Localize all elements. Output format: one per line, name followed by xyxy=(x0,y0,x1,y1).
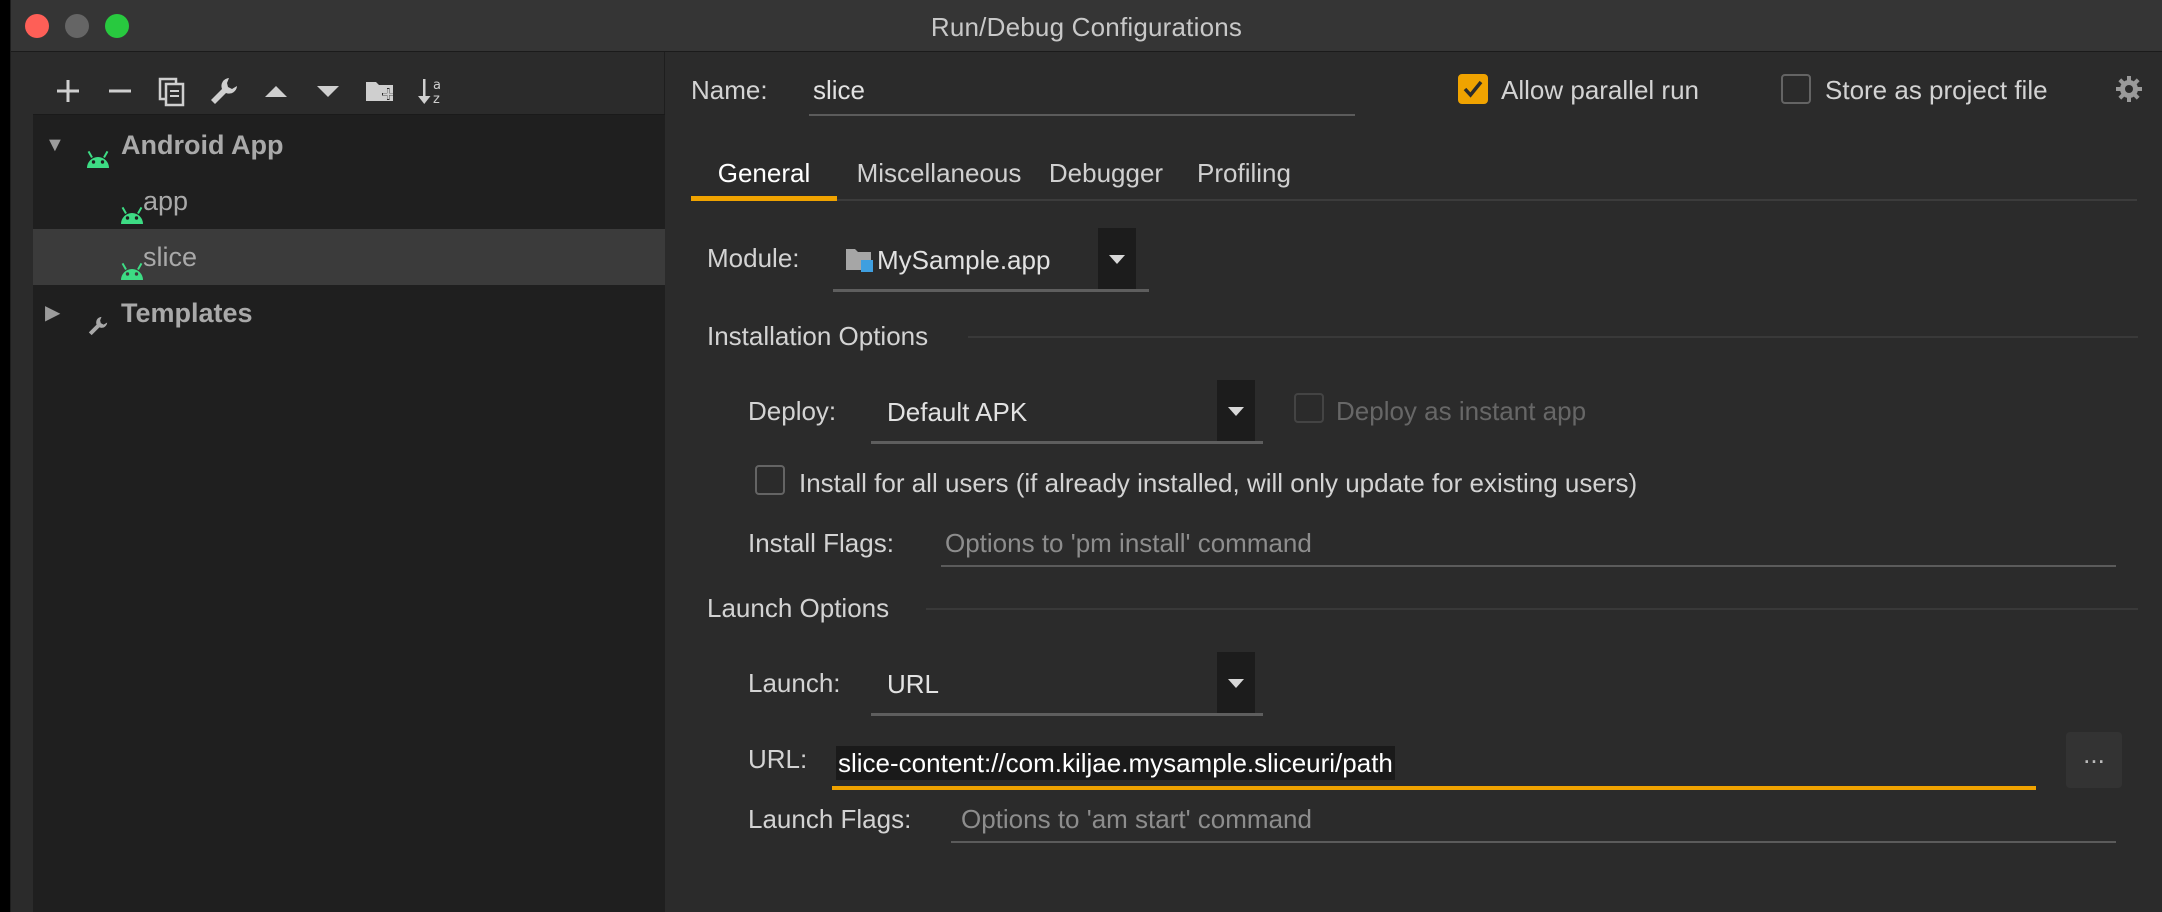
tree-item-label: app xyxy=(143,186,189,216)
gear-icon[interactable] xyxy=(2114,74,2144,109)
tab-profiling[interactable]: Profiling xyxy=(1183,145,1305,201)
chevron-down-icon[interactable] xyxy=(1098,228,1136,290)
configurations-panel: az ▼ Android App app slice ▶ Templates xyxy=(33,52,665,912)
url-input[interactable]: slice-content://com.kiljae.mysample.slic… xyxy=(832,738,2036,790)
launch-select-underline xyxy=(871,713,1263,716)
deploy-instant-app-checkbox[interactable] xyxy=(1294,393,1324,423)
expand-arrow-icon[interactable]: ▼ xyxy=(45,117,65,173)
launch-flags-label: Launch Flags: xyxy=(748,804,912,834)
run-debug-configurations-window: Run/Debug Configurations a z ▼ Android A… xyxy=(10,0,2162,912)
store-as-project-file-label: Store as project file xyxy=(1825,75,2048,105)
module-label: Module: xyxy=(707,243,800,273)
launch-flags-input[interactable]: Options to 'am start' command xyxy=(961,804,1312,835)
launch-flags-underline xyxy=(951,841,2116,843)
new-folder-icon[interactable] xyxy=(363,74,397,108)
move-up-icon[interactable] xyxy=(259,74,293,108)
installation-options-separator xyxy=(968,336,2138,338)
deploy-instant-app-label: Deploy as instant app xyxy=(1336,396,1587,426)
install-all-users-label: Install for all users (if already instal… xyxy=(799,468,1638,498)
browse-url-button[interactable]: ... xyxy=(2066,732,2122,788)
configurations-tree: ▼ Android App app slice ▶ Templates xyxy=(33,114,665,912)
tab-debugger[interactable]: Debugger xyxy=(1041,145,1171,201)
android-icon xyxy=(119,245,145,280)
url-label: URL: xyxy=(748,744,808,774)
deploy-value: Default APK xyxy=(887,397,1028,427)
svg-text:a: a xyxy=(433,78,441,93)
tree-item-app[interactable]: app xyxy=(33,173,665,229)
launch-select[interactable]: URL xyxy=(871,652,1263,716)
svg-text:z: z xyxy=(433,92,440,107)
launch-options-separator xyxy=(926,608,2138,610)
installation-options-heading: Installation Options xyxy=(707,321,929,351)
tree-item-android-app[interactable]: ▼ Android App xyxy=(33,117,665,173)
configuration-details-panel: Name: slice Allow parallel run Store as … xyxy=(666,52,2162,912)
android-icon xyxy=(85,133,111,168)
title-bar: Run/Debug Configurations xyxy=(11,0,2162,52)
collapse-arrow-icon[interactable]: ▶ xyxy=(45,285,65,341)
tree-item-label: Templates xyxy=(121,298,253,328)
configurations-toolbar: az xyxy=(33,62,665,114)
android-icon xyxy=(119,189,145,224)
add-icon[interactable] xyxy=(51,74,85,108)
deploy-select[interactable]: Default APK xyxy=(871,380,1263,444)
module-value: MySample.app xyxy=(877,245,1051,275)
module-folder-icon xyxy=(845,246,875,279)
module-select[interactable]: MySample.app xyxy=(833,228,1149,292)
config-tabs: General Miscellaneous Debugger Profiling xyxy=(691,145,2137,201)
chevron-down-icon[interactable] xyxy=(1217,380,1255,442)
wrench-icon xyxy=(85,301,111,336)
allow-parallel-run-label: Allow parallel run xyxy=(1501,75,1699,105)
window-title: Run/Debug Configurations xyxy=(930,12,1243,42)
launch-value: URL xyxy=(887,669,940,699)
tab-miscellaneous[interactable]: Miscellaneous xyxy=(849,145,1029,201)
launch-options-heading: Launch Options xyxy=(707,593,890,623)
install-flags-underline xyxy=(941,565,2116,567)
chevron-down-icon[interactable] xyxy=(1217,652,1255,714)
tree-item-label: Android App xyxy=(121,130,284,160)
wrench-icon[interactable] xyxy=(207,74,241,108)
url-value: slice-content://com.kiljae.mysample.slic… xyxy=(836,746,1395,780)
deploy-select-underline xyxy=(871,441,1263,444)
tree-item-templates[interactable]: ▶ Templates xyxy=(33,285,665,341)
sort-icon[interactable]: az xyxy=(415,74,449,108)
deploy-label: Deploy: xyxy=(748,396,837,426)
url-input-focus-underline xyxy=(832,786,2036,790)
install-all-users-checkbox[interactable] xyxy=(755,465,785,495)
name-label: Name: xyxy=(691,75,768,105)
remove-icon[interactable] xyxy=(103,74,137,108)
tree-item-slice[interactable]: slice xyxy=(33,229,665,285)
tree-item-label: slice xyxy=(143,242,198,272)
name-input-underline xyxy=(809,114,1355,116)
install-flags-input[interactable]: Options to 'pm install' command xyxy=(945,528,1312,559)
move-down-icon[interactable] xyxy=(311,74,345,108)
name-input[interactable]: slice xyxy=(813,75,865,106)
copy-icon[interactable] xyxy=(155,74,189,108)
tab-general[interactable]: General xyxy=(691,145,837,201)
allow-parallel-run-checkbox[interactable] xyxy=(1458,74,1488,104)
module-select-underline xyxy=(833,289,1149,292)
install-flags-label: Install Flags: xyxy=(748,528,894,558)
launch-label: Launch: xyxy=(748,668,841,698)
store-as-project-file-checkbox[interactable] xyxy=(1781,74,1811,104)
